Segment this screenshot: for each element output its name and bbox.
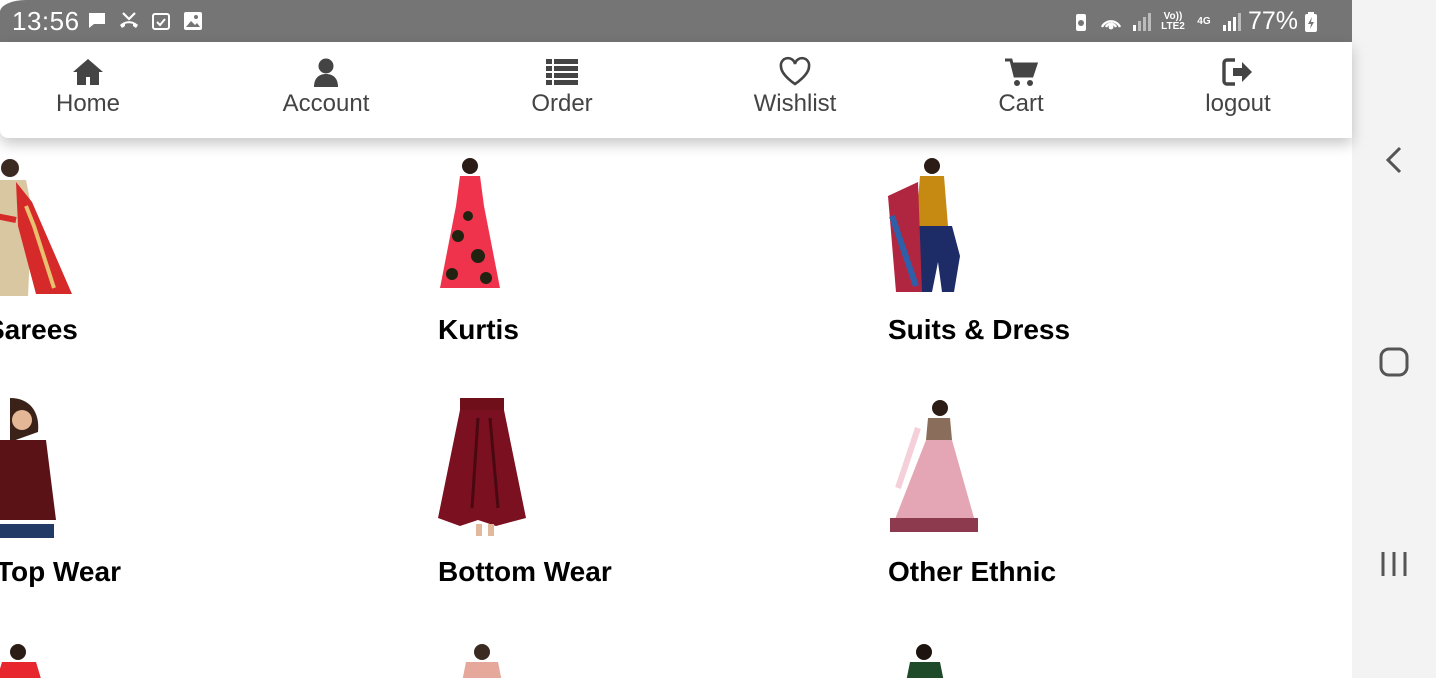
nav-logout[interactable]: logout (1202, 56, 1274, 118)
suits-dress-image (888, 158, 960, 292)
nav-account[interactable]: Account (280, 56, 372, 118)
category-name: Bottom Wear (438, 556, 612, 587)
signal-icon (1222, 12, 1241, 31)
category-card-partial-2[interactable] (452, 640, 552, 678)
partial-product-image (0, 644, 41, 678)
signal-weak-icon (1132, 12, 1151, 31)
status-time: 13:56 (12, 6, 80, 36)
kurtis-image (440, 158, 500, 288)
heart-icon (779, 56, 811, 86)
missed-call-icon (120, 12, 138, 28)
system-navigation-bar (1352, 0, 1436, 678)
nav-logout-label: logout (1205, 90, 1271, 117)
nav-wishlist[interactable]: Wishlist (750, 56, 840, 118)
nav-cart[interactable]: Cart (996, 56, 1046, 118)
battery-charging-icon (1305, 11, 1317, 32)
home-icon (73, 59, 103, 85)
category-name: Sarees (0, 314, 78, 345)
nav-order[interactable]: Order (530, 56, 594, 118)
battery-saver-icon (1075, 13, 1086, 31)
user-icon (314, 58, 338, 87)
bottom-wear-image (438, 398, 526, 536)
calendar-check-icon (152, 13, 170, 30)
category-name: Top Wear (0, 556, 121, 587)
image-icon (184, 12, 202, 30)
partial-product-image (462, 644, 502, 678)
top-wear-image (0, 398, 56, 538)
category-card-suits-dress[interactable]: Suits & Dress (888, 156, 1188, 366)
nav-home-label: Home (55, 90, 121, 117)
category-card-top-wear[interactable]: Top Wear (0, 398, 296, 608)
message-icon (89, 13, 105, 28)
back-icon[interactable] (1374, 140, 1414, 180)
category-name: Suits & Dress (888, 314, 1071, 345)
home-button-icon[interactable] (1374, 342, 1414, 382)
logout-icon (1222, 58, 1252, 86)
status-bar: 13:56 Vo)) LTE2 4G 77% (0, 0, 1352, 42)
top-navigation: Home Account Order Wishlist Cart logout (0, 42, 1352, 138)
category-card-bottom-wear[interactable]: Bottom Wear (438, 398, 738, 608)
category-card-partial-1[interactable] (0, 640, 96, 678)
partial-product-image (906, 644, 944, 678)
category-name: Kurtis (438, 314, 519, 345)
network-type: 4G (1197, 15, 1211, 27)
category-name: Other Ethnic (888, 556, 1057, 587)
category-card-partial-3[interactable] (902, 640, 1002, 678)
sarees-image (0, 159, 72, 296)
category-card-kurtis[interactable]: Kurtis (438, 156, 738, 366)
nav-order-label: Order (531, 90, 593, 117)
list-icon (546, 59, 578, 85)
nav-account-label: Account (282, 90, 370, 117)
hotspot-icon (1100, 19, 1122, 29)
nav-wishlist-label: Wishlist (753, 90, 837, 117)
volte-indicator: Vo)) LTE2 (1161, 10, 1185, 32)
other-ethnic-image (890, 400, 978, 532)
nav-cart-label: Cart (998, 90, 1044, 117)
category-card-sarees[interactable]: Sarees (0, 156, 286, 366)
cart-icon (1005, 58, 1038, 86)
recent-apps-icon[interactable] (1374, 544, 1414, 584)
nav-home[interactable]: Home (54, 56, 122, 118)
category-grid: Sarees Kurtis Suits & Dress To (0, 138, 1352, 678)
category-card-other-ethnic[interactable]: Other Ethnic (888, 398, 1188, 608)
battery-percent: 77% (1247, 7, 1298, 35)
